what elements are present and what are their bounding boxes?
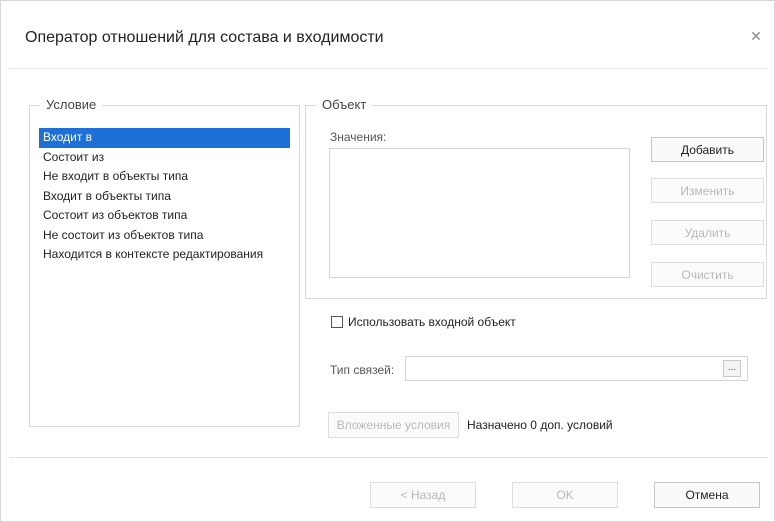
condition-item-consists-of-type[interactable]: Состоит из объектов типа (39, 206, 290, 226)
nested-conditions-status: Назначено 0 доп. условий (467, 418, 613, 432)
condition-item-consists-of[interactable]: Состоит из (39, 148, 290, 168)
link-type-label: Тип связей: (330, 363, 395, 377)
use-input-object-label[interactable]: Использовать входной объект (348, 315, 516, 329)
close-icon[interactable]: ✕ (749, 29, 763, 43)
relations-operator-dialog: Оператор отношений для состава и входимо… (0, 0, 775, 522)
use-input-object-checkbox[interactable] (331, 316, 343, 328)
ok-button[interactable]: OK (512, 482, 618, 508)
condition-item-enters-type[interactable]: Входит в объекты типа (39, 187, 290, 207)
link-type-browse-button[interactable]: ... (723, 360, 741, 377)
delete-button[interactable]: Удалить (651, 220, 764, 245)
footer-divider (9, 457, 768, 458)
back-button[interactable]: < Назад (370, 482, 476, 508)
cancel-button[interactable]: Отмена (654, 482, 760, 508)
values-list[interactable] (329, 148, 630, 278)
values-label: Значения: (330, 130, 387, 144)
header-divider (9, 68, 768, 69)
condition-item-not-enters-type[interactable]: Не входит в объекты типа (39, 167, 290, 187)
link-type-field[interactable] (405, 356, 748, 381)
condition-list[interactable]: Входит в Состоит из Не входит в объекты … (39, 128, 290, 265)
clear-button[interactable]: Очистить (651, 262, 764, 287)
object-legend: Объект (316, 97, 373, 112)
nested-conditions-button[interactable]: Вложенные условия (328, 412, 459, 438)
condition-legend: Условие (40, 97, 103, 112)
add-button[interactable]: Добавить (651, 137, 764, 162)
dialog-title: Оператор отношений для состава и входимо… (25, 29, 384, 46)
condition-item-not-consists-of-type[interactable]: Не состоит из объектов типа (39, 226, 290, 246)
condition-item-in-edit-context[interactable]: Находится в контексте редактирования (39, 245, 290, 265)
edit-button[interactable]: Изменить (651, 178, 764, 203)
condition-item-enters[interactable]: Входит в (39, 128, 290, 148)
